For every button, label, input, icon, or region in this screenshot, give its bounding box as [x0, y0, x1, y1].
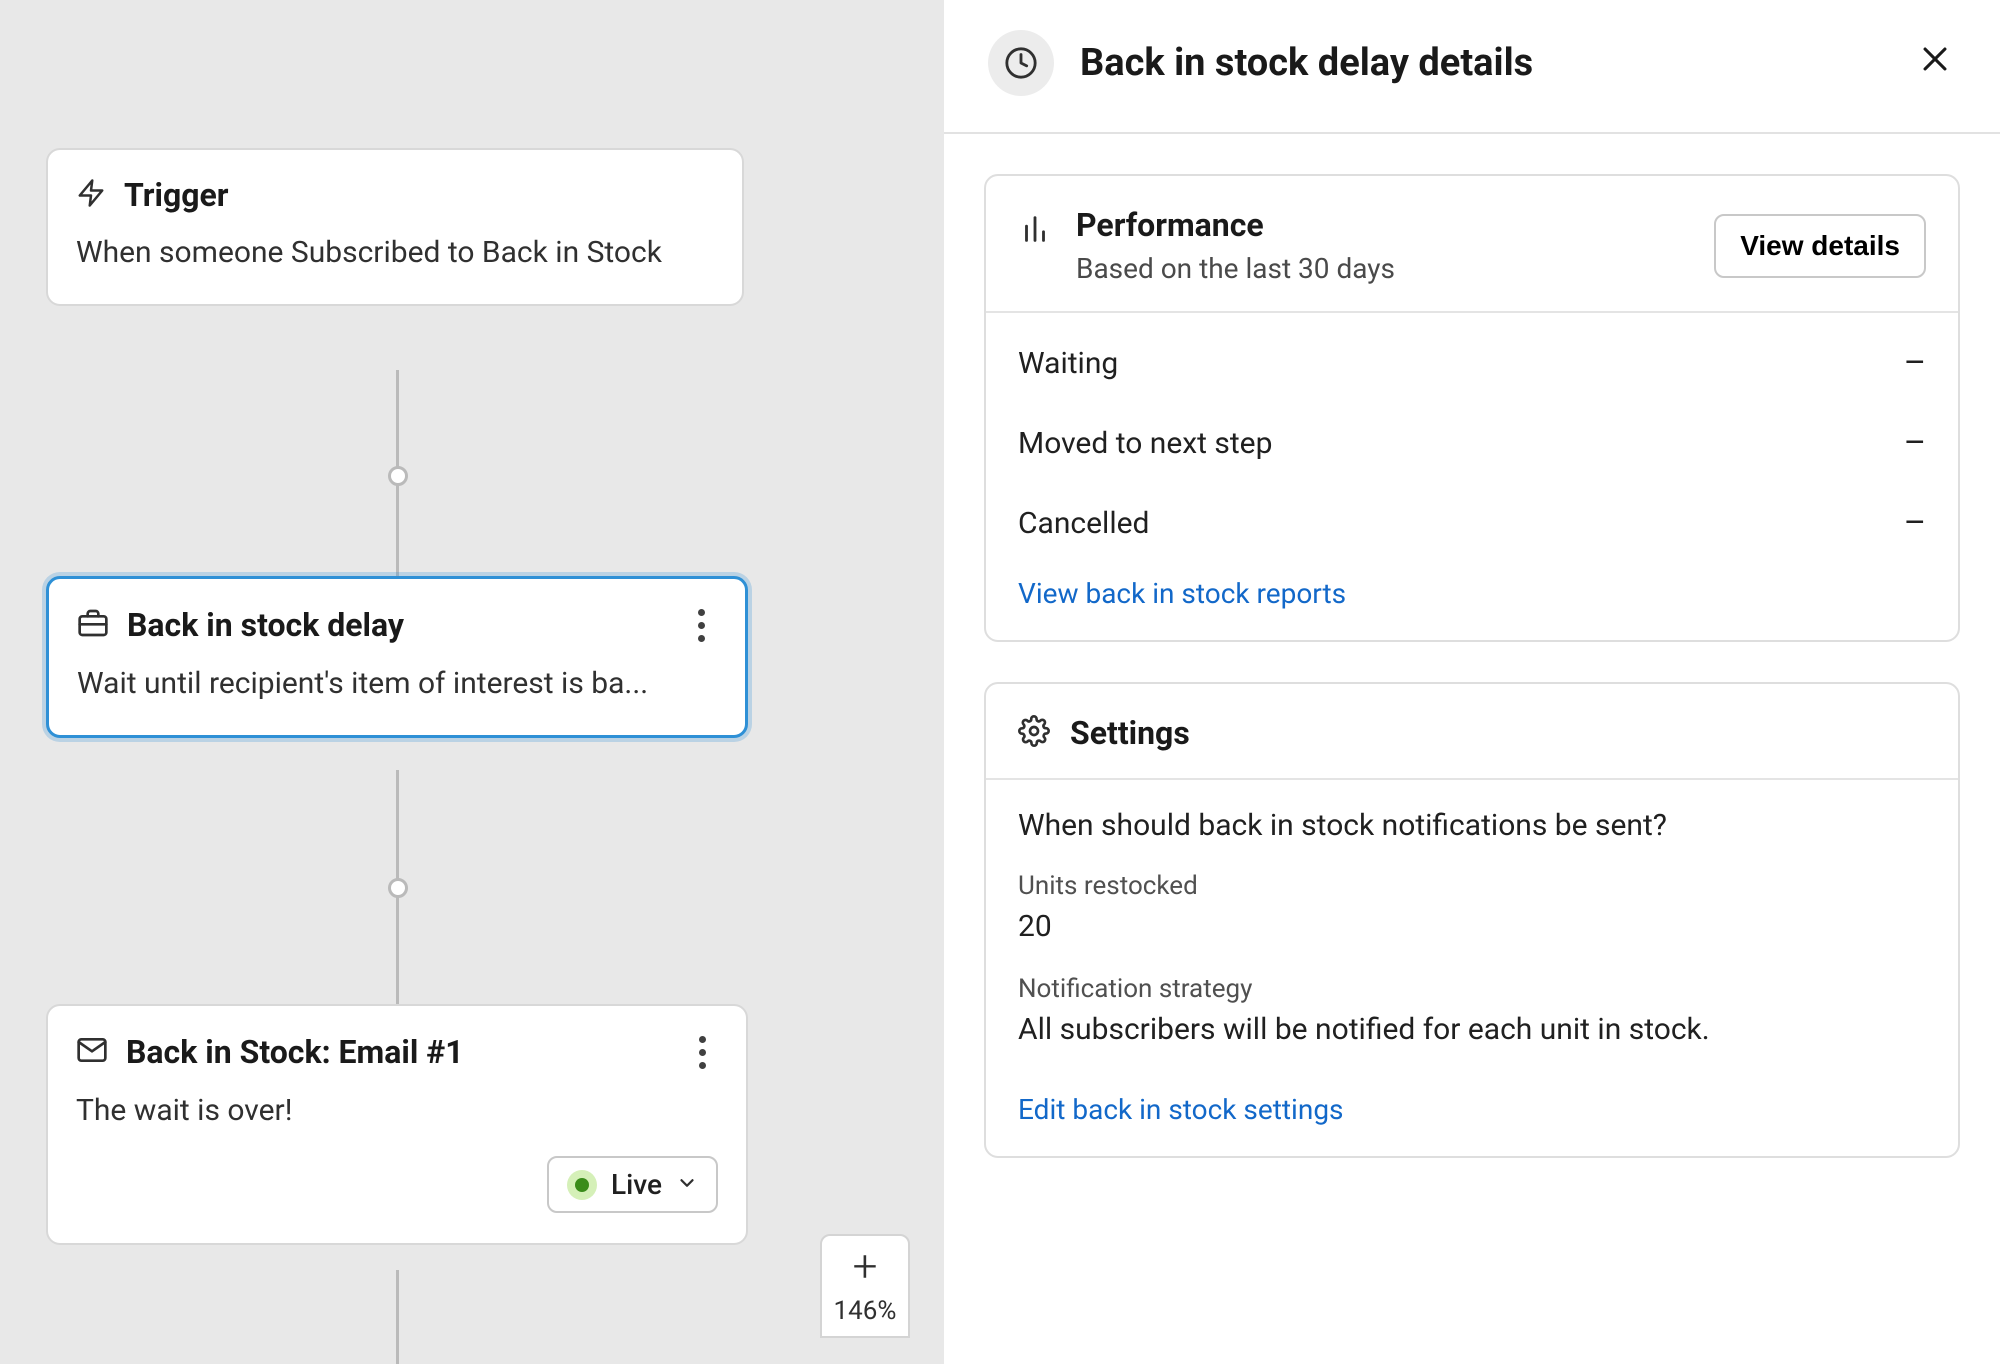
email-status-select[interactable]: Live: [547, 1156, 718, 1213]
metric-label: Cancelled: [1018, 506, 1149, 541]
trigger-title: Trigger: [124, 176, 229, 214]
settings-question: When should back in stock notifications …: [1018, 808, 1926, 843]
flow-canvas[interactable]: Trigger When someone Subscribed to Back …: [0, 0, 944, 1364]
connector-line: [396, 1270, 399, 1364]
status-indicator-icon: [567, 1170, 597, 1200]
close-button[interactable]: [1918, 42, 1952, 84]
metric-row-moved: Moved to next step –: [1018, 403, 1926, 483]
chevron-down-icon: [676, 1172, 698, 1198]
view-details-button[interactable]: View details: [1714, 214, 1926, 278]
email-title: Back in Stock: Email #1: [126, 1033, 464, 1071]
flow-card-email[interactable]: Back in Stock: Email #1 The wait is over…: [46, 1004, 748, 1245]
view-reports-link[interactable]: View back in stock reports: [1018, 577, 1346, 610]
zoom-level: 146%: [834, 1296, 897, 1326]
metric-value: –: [1904, 423, 1926, 463]
metric-value: –: [1904, 343, 1926, 383]
metric-value: –: [1904, 503, 1926, 543]
zoom-control: + 146%: [820, 1234, 910, 1338]
lightning-icon: [76, 176, 106, 214]
flow-card-delay[interactable]: Back in stock delay Wait until recipient…: [46, 576, 748, 738]
flow-card-trigger[interactable]: Trigger When someone Subscribed to Back …: [46, 148, 744, 306]
settings-title: Settings: [1070, 714, 1190, 752]
notification-strategy-value: All subscribers will be notified for eac…: [1018, 1012, 1926, 1047]
email-description: The wait is over!: [76, 1090, 718, 1132]
performance-subtitle: Based on the last 30 days: [1076, 252, 1395, 285]
units-restocked-label: Units restocked: [1018, 871, 1926, 901]
notification-strategy-label: Notification strategy: [1018, 974, 1926, 1004]
performance-section: Performance Based on the last 30 days Vi…: [984, 174, 1960, 642]
metric-label: Moved to next step: [1018, 426, 1272, 461]
zoom-in-button[interactable]: +: [853, 1244, 878, 1288]
edit-settings-link[interactable]: Edit back in stock settings: [1018, 1093, 1344, 1126]
panel-header: Back in stock delay details: [944, 0, 2000, 134]
performance-title: Performance: [1076, 206, 1395, 244]
email-status-label: Live: [611, 1168, 662, 1201]
clock-icon: [988, 30, 1054, 96]
gear-icon: [1018, 715, 1050, 751]
metric-row-waiting: Waiting –: [1018, 323, 1926, 403]
details-panel: Back in stock delay details Performance …: [944, 0, 2000, 1364]
connector-dot[interactable]: [388, 466, 408, 486]
units-restocked-value: 20: [1018, 909, 1926, 944]
delay-description: Wait until recipient's item of interest …: [77, 663, 717, 705]
briefcase-icon: [77, 607, 109, 643]
metric-row-cancelled: Cancelled –: [1018, 483, 1926, 563]
email-card-menu-button[interactable]: [686, 1032, 718, 1072]
metric-label: Waiting: [1018, 346, 1118, 381]
connector-dot[interactable]: [388, 878, 408, 898]
delay-title: Back in stock delay: [127, 606, 404, 644]
panel-title: Back in stock delay details: [1080, 41, 1533, 85]
mail-icon: [76, 1034, 108, 1070]
settings-section: Settings When should back in stock notif…: [984, 682, 1960, 1158]
bar-chart-icon: [1018, 212, 1052, 250]
trigger-description: When someone Subscribed to Back in Stock: [76, 232, 714, 274]
delay-card-menu-button[interactable]: [685, 605, 717, 645]
